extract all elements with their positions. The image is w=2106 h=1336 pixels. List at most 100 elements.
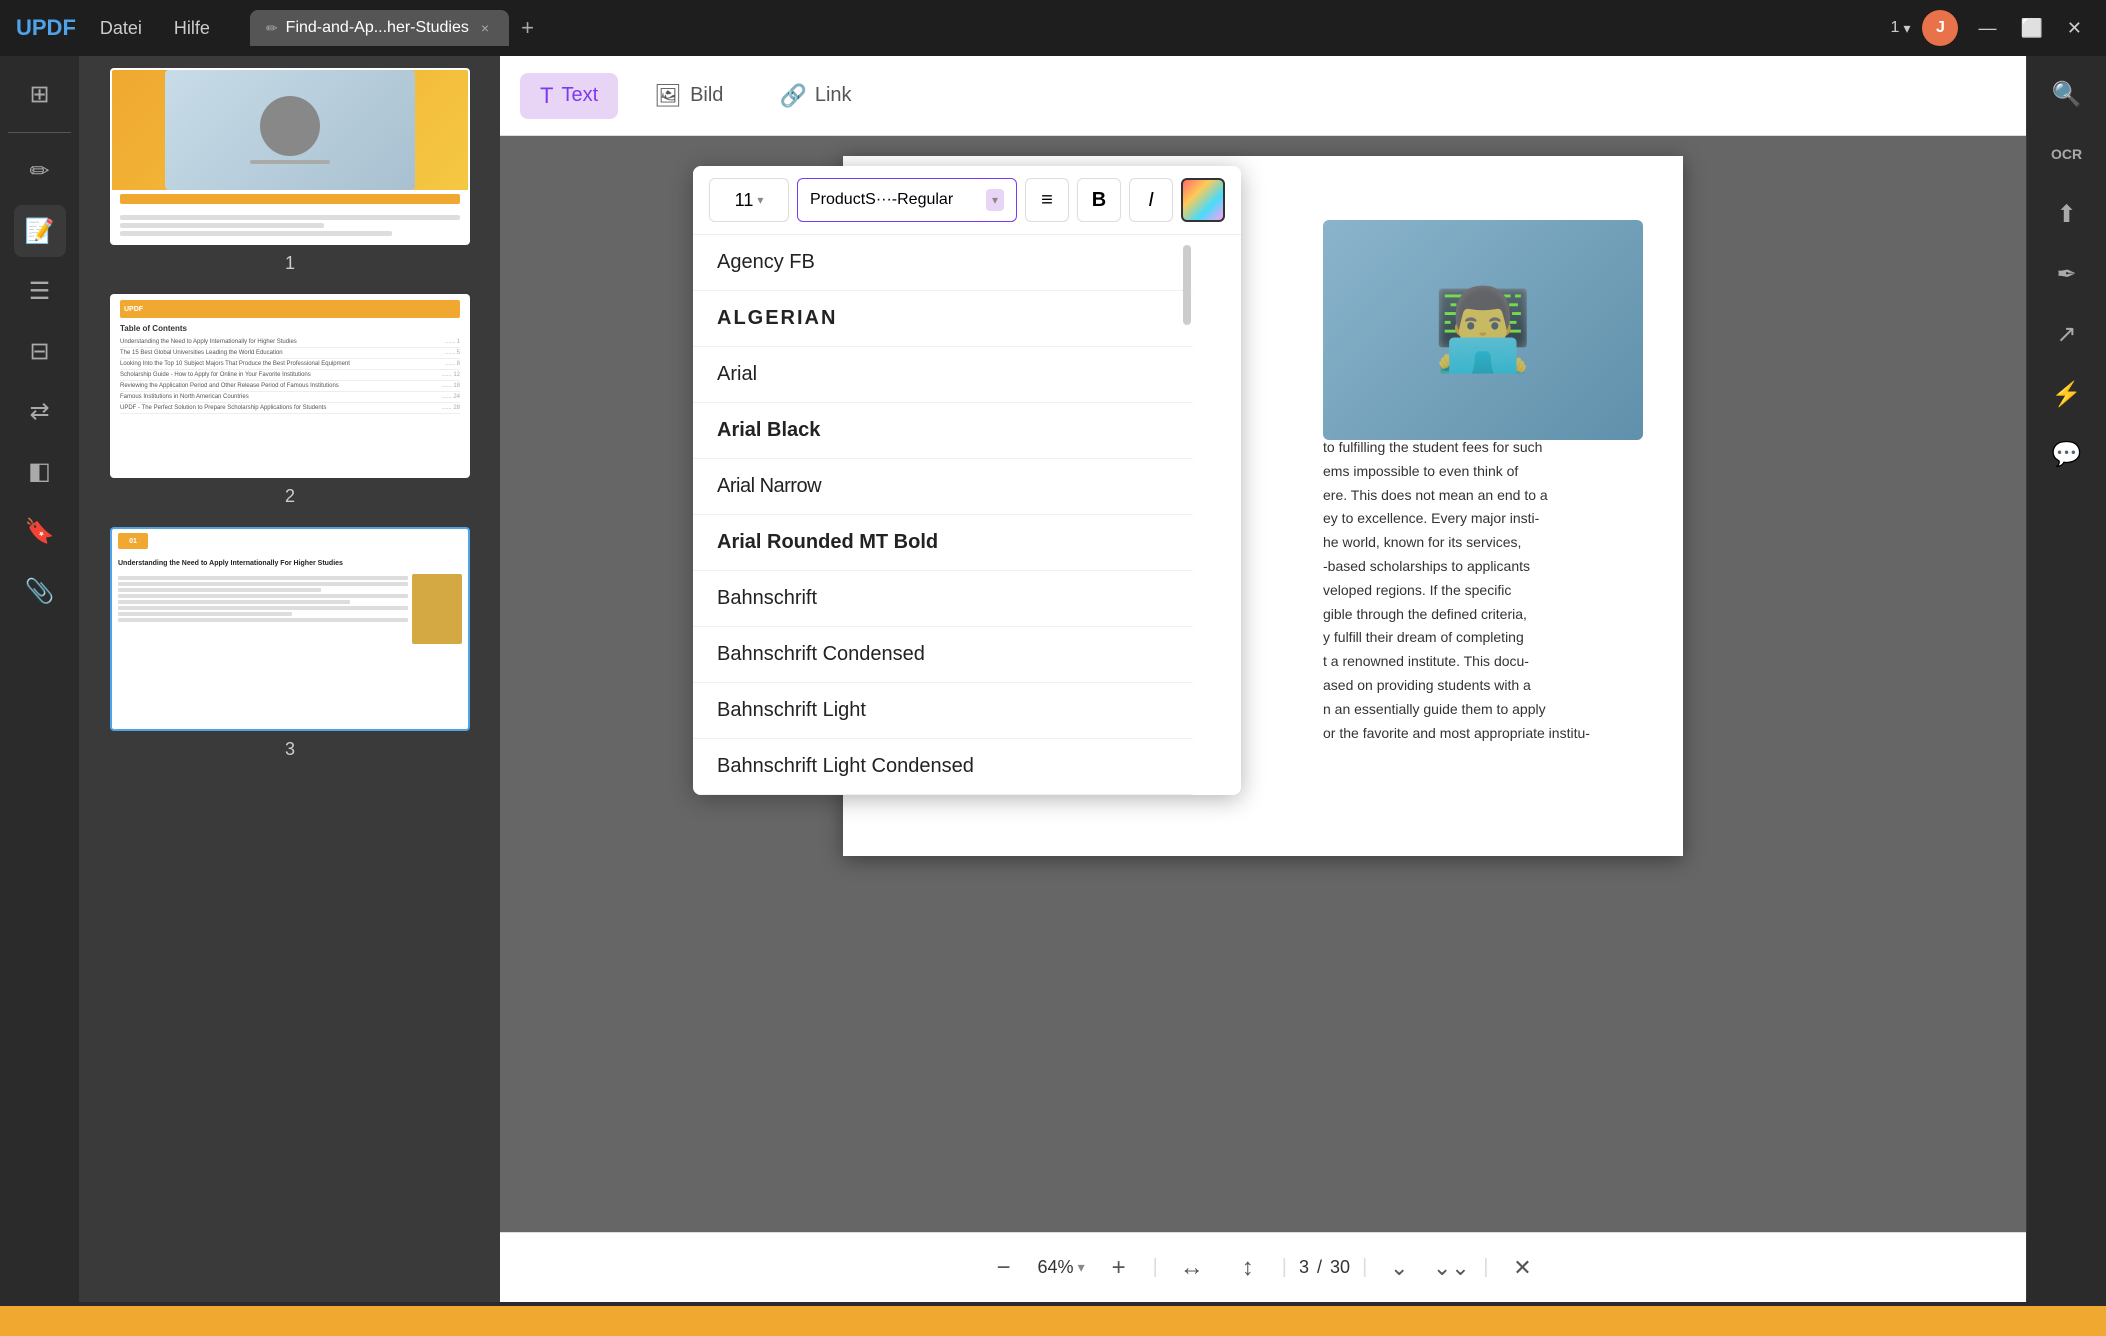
close-btn[interactable]: ✕ <box>2059 14 2090 43</box>
right-share-icon[interactable]: ↗ <box>2041 308 2093 360</box>
font-item-arial-narrow[interactable]: Arial Narrow <box>693 459 1193 515</box>
right-search-icon[interactable]: 🔍 <box>2041 68 2093 120</box>
sidebar-edit-icon[interactable]: ✏ <box>14 145 66 197</box>
image-tool-btn[interactable]: 🖼 Bild <box>634 73 743 119</box>
right-ai-icon[interactable]: ⚡ <box>2041 368 2093 420</box>
font-size-control[interactable]: 11 ▾ <box>709 178 789 222</box>
thumb2-row-text: Reviewing the Application Period and Oth… <box>120 383 442 389</box>
menu-datei[interactable]: Datei <box>88 12 154 45</box>
thumb2-row-text: Looking Into the Top 10 Subject Majors T… <box>120 361 445 367</box>
maximize-btn[interactable]: ⬜ <box>2012 14 2050 43</box>
sidebar-divider <box>8 132 71 133</box>
thumbnail-label-2: 2 <box>285 486 295 507</box>
zoom-arrow: ▾ <box>1078 1259 1085 1276</box>
thumb3-image <box>412 574 462 644</box>
thumb2-row-text: The 15 Best Global Universities Leading … <box>120 350 445 356</box>
thumb2-row-text: UPDF - The Perfect Solution to Prepare S… <box>120 405 442 411</box>
menu-hilfe[interactable]: Hilfe <box>162 12 222 45</box>
pdf-header-image: 👨‍💻 <box>1323 220 1643 440</box>
thumbnail-label-3: 3 <box>285 739 295 760</box>
link-tool-btn[interactable]: 🔗 Link <box>759 73 871 119</box>
thumb1-line <box>120 231 392 236</box>
fit-width-btn[interactable]: ↕ <box>1226 1246 1270 1290</box>
right-ocr-icon[interactable]: OCR <box>2041 128 2093 180</box>
font-item-bahnschrift-light[interactable]: Bahnschrift Light <box>693 683 1193 739</box>
pdf-right-text: ems impossible to even think of <box>1323 460 1643 484</box>
thumbnail-item-2[interactable]: UPDF Table of Contents Understanding the… <box>92 294 488 507</box>
right-extract-icon[interactable]: ⬆ <box>2041 188 2093 240</box>
italic-btn[interactable]: I <box>1129 178 1173 222</box>
scrollbar-thumb[interactable] <box>1183 245 1191 325</box>
sidebar-markup-icon[interactable]: 📝 <box>14 205 66 257</box>
font-item-bahnschrift-light-condensed[interactable]: Bahnschrift Light Condensed <box>693 739 1193 795</box>
last-page-btn[interactable]: ⌄⌄ <box>1431 1248 1471 1288</box>
window-controls: — ⬜ ✕ <box>1970 14 2090 43</box>
right-comment-icon[interactable]: 💬 <box>2041 428 2093 480</box>
page-separator: / <box>1317 1257 1322 1278</box>
thumb2-row-dots: ...... 18 <box>442 383 460 389</box>
thumb3-chapter-title: Understanding the Need to Apply Internat… <box>118 559 462 568</box>
thumbnail-item-3[interactable]: 01 Understanding the Need to Apply Inter… <box>92 527 488 760</box>
font-name-select[interactable]: ProductS···-Regular ▾ <box>797 178 1017 222</box>
next-page-btn[interactable]: ⌄ <box>1379 1248 1419 1288</box>
user-avatar[interactable]: J <box>1922 10 1958 46</box>
pdf-right-text: or the favorite and most appropriate ins… <box>1323 722 1643 746</box>
thumb2-row: Looking Into the Top 10 Subject Majors T… <box>120 359 460 370</box>
sidebar-thumbnail-icon[interactable]: ⊞ <box>14 68 66 120</box>
thumb3-text-column <box>118 574 408 644</box>
pdf-area[interactable]: Understanding the Need to Apply Internat… <box>500 136 2026 1232</box>
main-layout: ⊞ ✏ 📝 ☰ ⊟ ⇄ ◧ 🔖 📎 <box>0 56 2106 1302</box>
pdf-right-text: y fulfill their dream of completing <box>1323 626 1643 650</box>
separator-2: | <box>1282 1256 1287 1279</box>
close-panel-btn[interactable]: ✕ <box>1500 1246 1544 1290</box>
thumb3-line <box>118 588 321 592</box>
page-nav-down-btn[interactable]: ▾ <box>1903 20 1910 37</box>
minimize-btn[interactable]: — <box>1970 14 2004 43</box>
font-item-algerian[interactable]: ALGERIAN <box>693 291 1193 347</box>
fit-page-btn[interactable]: ↔ <box>1170 1246 1214 1290</box>
font-item-arial-rounded[interactable]: Arial Rounded MT Bold <box>693 515 1193 571</box>
link-tool-label: Link <box>815 84 852 107</box>
text-tool-btn[interactable]: T Text <box>520 73 618 119</box>
thumb1-content <box>112 70 468 243</box>
app-logo: UPDF <box>16 15 76 41</box>
thumb3-line <box>118 582 408 586</box>
font-item-bahnschrift[interactable]: Bahnschrift <box>693 571 1193 627</box>
thumb1-lines <box>112 208 468 243</box>
sidebar-bookmark-icon[interactable]: 🔖 <box>14 505 66 557</box>
sidebar-organize-icon[interactable]: ⊟ <box>14 325 66 377</box>
tab-label: Find-and-Ap...her-Studies <box>286 19 469 37</box>
bold-btn[interactable]: B <box>1077 178 1121 222</box>
thumb2-header: UPDF <box>120 300 460 318</box>
thumb2-row-text: Scholarship Guide - How to Apply for Onl… <box>120 372 442 378</box>
thumb2-row: Understanding the Need to Apply Internat… <box>120 337 460 348</box>
font-item-agency-fb[interactable]: Agency FB <box>693 235 1193 291</box>
title-bar-right: 1 ▾ J — ⬜ ✕ <box>1891 10 2090 46</box>
font-item-arial-black[interactable]: Arial Black <box>693 403 1193 459</box>
sidebar-form-icon[interactable]: ☰ <box>14 265 66 317</box>
zoom-in-btn[interactable]: + <box>1097 1246 1141 1290</box>
zoom-level-control[interactable]: 64% ▾ <box>1038 1257 1085 1278</box>
sidebar-layers-icon[interactable]: ◧ <box>14 445 66 497</box>
thumbnail-item-1[interactable]: 1 <box>92 68 488 274</box>
font-name-arrow: ▾ <box>986 189 1004 211</box>
font-item-arial[interactable]: Arial <box>693 347 1193 403</box>
pdf-right-text: ey to excellence. Every major insti- <box>1323 507 1643 531</box>
font-item-bahnschrift-condensed[interactable]: Bahnschrift Condensed <box>693 627 1193 683</box>
right-sign-icon[interactable]: ✒ <box>2041 248 2093 300</box>
sidebar-attachment-icon[interactable]: 📎 <box>14 565 66 617</box>
text-align-btn[interactable]: ≡ <box>1025 178 1069 222</box>
tab-close-btn[interactable]: × <box>477 18 493 38</box>
pdf-image-person-icon: 👨‍💻 <box>1433 283 1533 377</box>
font-toolbar-overlay: 11 ▾ ProductS···-Regular ▾ ≡ <box>693 166 1241 795</box>
page-current: 1 <box>1891 19 1900 37</box>
thumb2-content: UPDF Table of Contents Understanding the… <box>112 296 468 476</box>
thumb2-title: Table of Contents <box>120 324 460 333</box>
thumb2-row-dots: ...... 5 <box>445 350 460 356</box>
new-tab-btn[interactable]: + <box>513 11 542 45</box>
active-tab[interactable]: ✏ Find-and-Ap...her-Studies × <box>250 10 509 46</box>
zoom-out-btn[interactable]: − <box>982 1246 1026 1290</box>
thumb1-cover-image <box>165 70 414 190</box>
color-picker-btn[interactable] <box>1181 178 1225 222</box>
sidebar-convert-icon[interactable]: ⇄ <box>14 385 66 437</box>
